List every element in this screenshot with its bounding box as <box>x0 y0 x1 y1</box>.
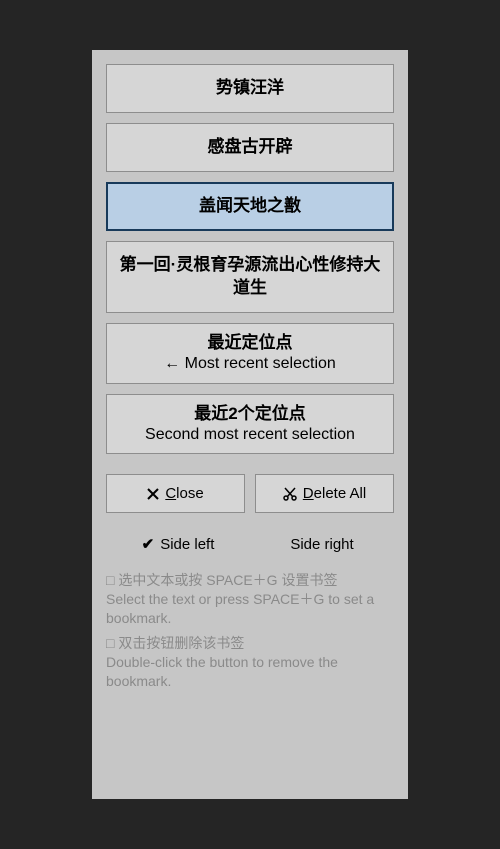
scissors-icon <box>283 487 297 501</box>
bookmark-item[interactable]: 势镇汪洋 <box>106 64 394 113</box>
recent-label-en: Second most recent selection <box>115 425 385 446</box>
hint-2: □ 双击按钮删除该书签 Double-click the button to r… <box>106 634 394 691</box>
side-row: ✔ Side left Side right <box>106 535 394 553</box>
side-left-option[interactable]: ✔ Side left <box>106 535 250 553</box>
bookmark-label: 盖闻天地之敾 <box>199 196 301 215</box>
recent-label-en: ← Most recent selection <box>115 354 385 375</box>
bookmark-panel: 势镇汪洋 感盘古开辟 盖闻天地之敾 第一回·灵根育孕源流出心性修持大道生 最近定… <box>92 50 408 799</box>
bookmark-item[interactable]: 第一回·灵根育孕源流出心性修持大道生 <box>106 241 394 313</box>
bookmark-list: 势镇汪洋 感盘古开辟 盖闻天地之敾 第一回·灵根育孕源流出心性修持大道生 最近定… <box>106 64 394 454</box>
bookmark-label: 势镇汪洋 <box>216 78 284 97</box>
hint-1: □ 选中文本或按 SPACE＋G 设置书签 Select the text or… <box>106 571 394 628</box>
hint-en: Double-click the button to remove the bo… <box>106 654 338 689</box>
recent-selection-1[interactable]: 最近定位点 ← Most recent selection <box>106 323 394 384</box>
side-right-option[interactable]: Side right <box>250 535 394 553</box>
checkbox-empty-icon: □ <box>106 635 114 651</box>
delete-all-button[interactable]: Delete All <box>255 474 394 513</box>
close-button[interactable]: Close <box>106 474 245 513</box>
bookmark-label: 第一回·灵根育孕源流出心性修持大道生 <box>120 255 381 297</box>
close-icon <box>147 488 159 500</box>
side-right-label: Side right <box>290 536 353 553</box>
recent-label-zh: 最近定位点 <box>115 332 385 354</box>
bookmark-item[interactable]: 感盘古开辟 <box>106 123 394 172</box>
hint-zh: 双击按钮删除该书签 <box>118 635 244 651</box>
hint-en: Select the text or press SPACE＋G to set … <box>106 591 374 626</box>
recent-label-zh: 最近2个定位点 <box>115 403 385 425</box>
checkbox-empty-icon: □ <box>106 572 114 588</box>
recent-selection-2[interactable]: 最近2个定位点 Second most recent selection <box>106 394 394 455</box>
bookmark-item-selected[interactable]: 盖闻天地之敾 <box>106 182 394 231</box>
hint-zh: 选中文本或按 SPACE＋G 设置书签 <box>118 572 337 588</box>
side-left-label: Side left <box>160 536 214 553</box>
button-row: Close Delete All <box>106 474 394 513</box>
close-label: Close <box>165 485 203 502</box>
arrow-left-icon: ← <box>164 355 180 372</box>
delete-label: Delete All <box>303 485 366 502</box>
bookmark-label: 感盘古开辟 <box>208 137 293 156</box>
check-icon: ✔ <box>142 535 155 553</box>
hints: □ 选中文本或按 SPACE＋G 设置书签 Select the text or… <box>106 571 394 690</box>
